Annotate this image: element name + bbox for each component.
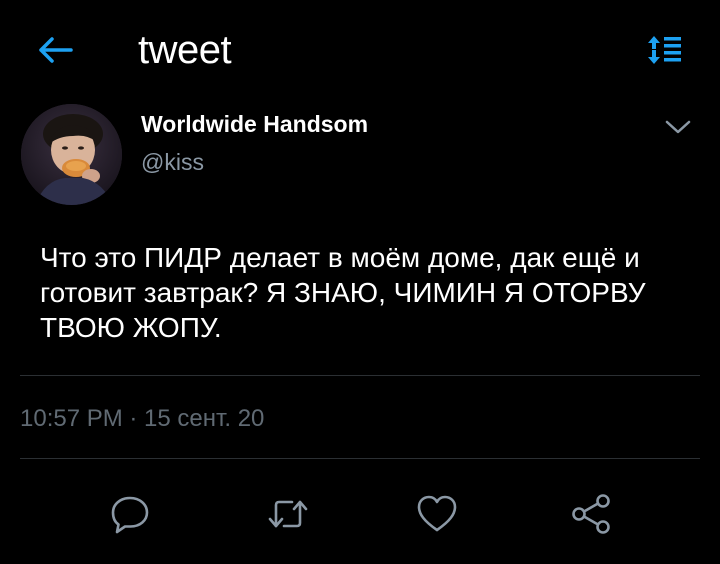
retweet-icon (268, 500, 308, 528)
tweet-action-bar (0, 478, 720, 550)
page-title: tweet (138, 28, 232, 72)
heart-icon (417, 495, 457, 532)
like-button[interactable] (411, 488, 463, 540)
share-button[interactable] (565, 488, 617, 540)
reply-bubble-icon (111, 496, 149, 534)
author-handle[interactable]: @kiss (141, 148, 204, 176)
divider (20, 458, 700, 459)
retweet-button[interactable] (262, 488, 314, 540)
arrow-left-icon (39, 37, 73, 63)
top-bar: tweet (0, 0, 720, 100)
chevron-down-icon (665, 120, 691, 134)
tweet-timestamp: 10:57 PM · 15 сент. 20 (20, 405, 265, 432)
reply-button[interactable] (104, 488, 156, 540)
avatar-photo (21, 104, 122, 205)
back-button[interactable] (30, 28, 80, 72)
tweet-text: Что это ПИДР делает в моём доме, дак ещё… (40, 242, 646, 343)
share-icon (572, 494, 610, 534)
divider (20, 375, 700, 376)
sort-list-icon (648, 36, 681, 64)
author-display-name[interactable]: Worldwide Handsom (141, 110, 368, 138)
avatar[interactable] (21, 104, 122, 205)
sort-button[interactable] (640, 28, 690, 72)
tweet-options-button[interactable] (660, 112, 696, 142)
